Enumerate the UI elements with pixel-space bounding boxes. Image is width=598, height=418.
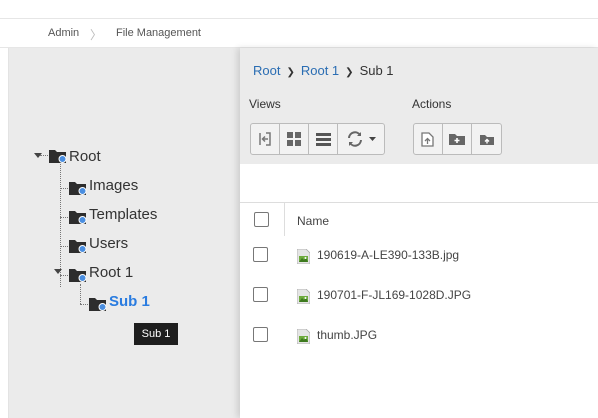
file-name[interactable]: thumb.JPG bbox=[317, 328, 377, 342]
tree-connector bbox=[60, 246, 68, 247]
tree-node-users[interactable]: Users bbox=[89, 235, 128, 252]
back-button[interactable] bbox=[251, 124, 280, 154]
file-name[interactable]: 190619-A-LE390-133B.jpg bbox=[317, 248, 459, 262]
new-folder-button[interactable] bbox=[443, 124, 472, 154]
folder-users-icon bbox=[69, 240, 87, 253]
tree-node-templates[interactable]: Templates bbox=[89, 206, 157, 223]
folder-images-icon bbox=[69, 182, 87, 195]
row-checkbox[interactable] bbox=[253, 327, 268, 342]
grid-header: Name bbox=[240, 202, 598, 238]
top-header bbox=[0, 0, 598, 19]
new-folder-icon bbox=[449, 134, 465, 145]
path-root-link[interactable]: Root bbox=[253, 63, 280, 78]
row-checkbox[interactable] bbox=[253, 287, 268, 302]
toolbar-area: Root ❯ Root 1 ❯ Sub 1 Views Actions bbox=[240, 48, 598, 164]
views-button-group bbox=[250, 123, 385, 155]
path-current: Sub 1 bbox=[359, 63, 394, 78]
tree-connector bbox=[80, 304, 88, 305]
folder-root1-icon bbox=[69, 269, 87, 282]
image-file-icon bbox=[297, 249, 310, 264]
upload-folder-icon bbox=[479, 134, 494, 145]
refresh-icon bbox=[347, 131, 362, 147]
expand-toggle-root1-icon[interactable] bbox=[54, 269, 62, 274]
list-view-icon bbox=[315, 132, 331, 146]
image-file-icon bbox=[297, 289, 310, 304]
folder-sub1-icon bbox=[89, 298, 107, 311]
actions-label: Actions bbox=[412, 97, 452, 111]
column-header-name[interactable]: Name bbox=[297, 214, 329, 228]
thumbnails-icon bbox=[287, 132, 301, 146]
breadcrumb-admin[interactable]: Admin bbox=[48, 27, 79, 39]
path-arrow-icon: ❯ bbox=[286, 67, 295, 78]
upload-file-icon bbox=[421, 131, 434, 147]
views-label: Views bbox=[249, 97, 281, 111]
breadcrumb-separator: 〉 bbox=[90, 28, 103, 42]
tree-connector bbox=[40, 155, 48, 156]
tree-connector bbox=[60, 217, 68, 218]
tooltip: Sub 1 bbox=[134, 323, 178, 345]
folder-path: Root ❯ Root 1 ❯ Sub 1 bbox=[253, 63, 394, 78]
list-view-button[interactable] bbox=[309, 124, 338, 154]
thumbnails-view-button[interactable] bbox=[280, 124, 309, 154]
tree-connector bbox=[80, 284, 81, 304]
left-strip bbox=[0, 48, 9, 418]
refresh-dropdown-button[interactable] bbox=[338, 124, 384, 154]
folder-root-icon bbox=[49, 150, 67, 163]
tree-node-root[interactable]: Root bbox=[69, 148, 101, 165]
file-name[interactable]: 190701-F-JL169-1028D.JPG bbox=[317, 288, 471, 302]
tree-node-root1[interactable]: Root 1 bbox=[89, 264, 133, 281]
back-icon bbox=[259, 132, 271, 146]
select-all-checkbox[interactable] bbox=[254, 212, 269, 227]
file-row[interactable]: 190619-A-LE390-133B.jpg bbox=[240, 236, 598, 277]
file-row[interactable]: thumb.JPG bbox=[240, 316, 598, 356]
column-divider bbox=[284, 203, 285, 237]
row-checkbox[interactable] bbox=[253, 247, 268, 262]
chevron-down-icon bbox=[368, 137, 376, 141]
tree-connector bbox=[60, 275, 68, 276]
folder-templates-icon bbox=[69, 211, 87, 224]
tree-node-images[interactable]: Images bbox=[89, 177, 138, 194]
upload-file-button[interactable] bbox=[414, 124, 443, 154]
breadcrumb: Admin 〉 File Management bbox=[0, 19, 598, 48]
tree-node-sub1[interactable]: Sub 1 bbox=[109, 293, 150, 310]
actions-button-group bbox=[413, 123, 502, 155]
file-browser-pane: Root ❯ Root 1 ❯ Sub 1 Views Actions Name… bbox=[240, 48, 598, 418]
file-row[interactable]: 190701-F-JL169-1028D.JPG bbox=[240, 276, 598, 317]
image-file-icon bbox=[297, 329, 310, 344]
breadcrumb-file-management: File Management bbox=[116, 27, 201, 39]
path-root1-link[interactable]: Root 1 bbox=[301, 63, 339, 78]
tree-connector bbox=[60, 188, 68, 189]
folder-tree-pane: Root Images Templates Users Root 1 Sub 1 bbox=[9, 48, 240, 418]
upload-folder-button[interactable] bbox=[472, 124, 501, 154]
path-arrow-icon: ❯ bbox=[345, 67, 354, 78]
